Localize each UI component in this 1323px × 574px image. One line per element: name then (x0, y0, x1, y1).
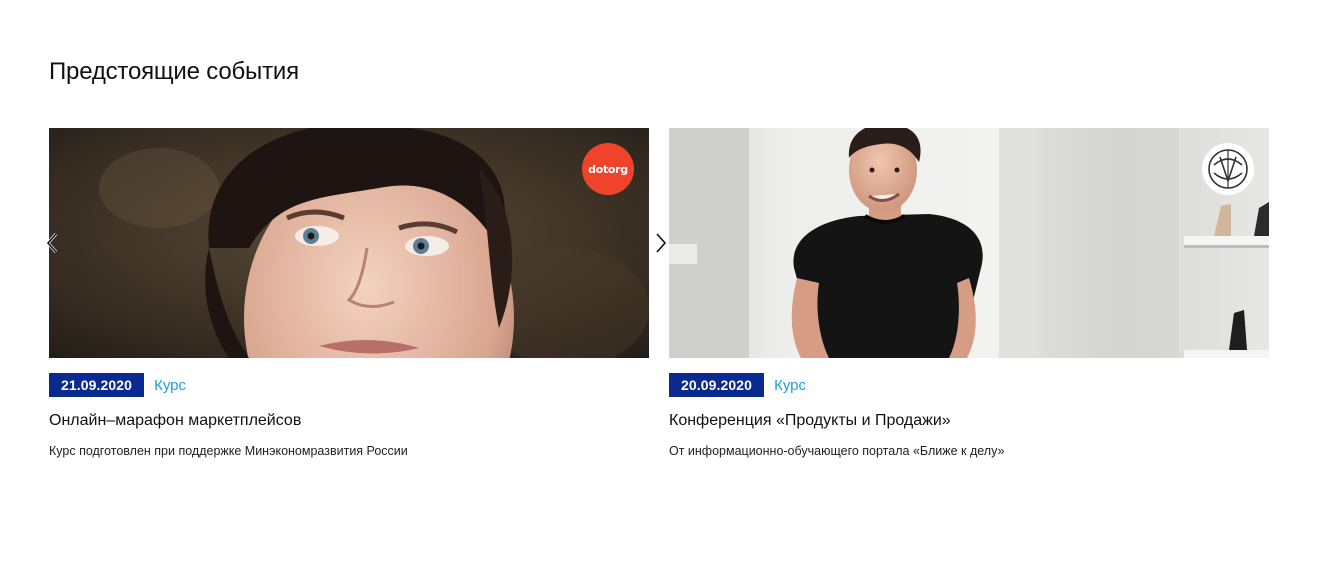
date-badge: 20.09.2020 (669, 373, 765, 397)
carousel-next-button[interactable] (651, 230, 671, 256)
event-meta: 20.09.2020 Курс (669, 373, 1269, 397)
event-photo (49, 128, 649, 358)
organizer-logo (1202, 143, 1254, 195)
event-type-tag[interactable]: Курс (774, 377, 806, 394)
event-image[interactable]: dotorg (49, 128, 649, 358)
event-title[interactable]: Конференция «Продукты и Продажи» (669, 412, 1269, 430)
chevron-right-icon (656, 233, 667, 253)
date-badge: 21.09.2020 (49, 373, 145, 397)
event-type-tag[interactable]: Курс (154, 377, 186, 394)
event-image[interactable] (669, 128, 1269, 358)
portal-logo-icon (1208, 149, 1248, 189)
event-meta: 21.09.2020 Курс (49, 373, 649, 397)
events-carousel: dotorg 21.09.2020 Курс Онлайн–марафон ма… (0, 128, 1323, 488)
section-title: Предстоящие события (49, 58, 299, 85)
event-title[interactable]: Онлайн–марафон маркетплейсов (49, 412, 649, 430)
event-description: Курс подготовлен при поддержке Минэконом… (49, 444, 408, 458)
carousel-prev-button[interactable] (42, 230, 62, 256)
event-card[interactable]: 20.09.2020 Курс Конференция «Продукты и … (669, 128, 1269, 458)
organizer-logo: dotorg (582, 143, 634, 195)
event-card[interactable]: dotorg 21.09.2020 Курс Онлайн–марафон ма… (49, 128, 649, 458)
chevron-left-icon (45, 233, 58, 253)
event-photo (669, 128, 1269, 358)
event-description: От информационно-обучающего портала «Бли… (669, 444, 1005, 458)
